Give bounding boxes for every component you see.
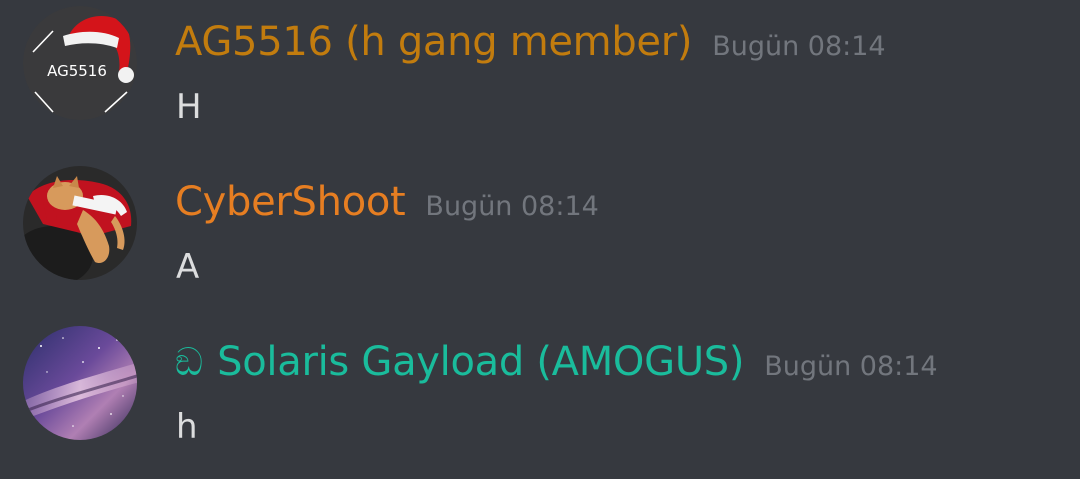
- amogus-role-icon: ඞ: [175, 340, 204, 384]
- username[interactable]: AG5516 (h gang member): [175, 14, 693, 70]
- message-header: CyberShoot Bugün 08:14: [175, 174, 599, 235]
- username[interactable]: Solaris Gayload (AMOGUS): [217, 334, 744, 390]
- santa-hat-logo-icon: AG5516: [23, 6, 137, 120]
- username[interactable]: CyberShoot: [175, 174, 406, 230]
- user-avatar[interactable]: [23, 326, 137, 440]
- message-content: A: [176, 247, 200, 287]
- user-avatar[interactable]: AG5516: [23, 6, 137, 120]
- timestamp: Bugün 08:14: [712, 31, 886, 62]
- chat-message: CyberShoot Bugün 08:14 A: [0, 160, 1080, 310]
- timestamp: Bugün 08:14: [425, 191, 599, 222]
- galaxy-milky-way-avatar: [23, 326, 137, 440]
- chat-message: ඞ Solaris Gayload (AMOGUS) Bugün 08:14 h: [0, 320, 1080, 470]
- message-header: ඞ Solaris Gayload (AMOGUS) Bugün 08:14: [175, 334, 938, 395]
- timestamp: Bugün 08:14: [764, 351, 938, 382]
- message-content: H: [176, 87, 202, 127]
- cat-in-santa-outfit-avatar: [23, 166, 137, 280]
- message-header: AG5516 (h gang member) Bugün 08:14: [175, 14, 886, 75]
- message-content: h: [176, 407, 198, 447]
- chat-message-list: AG5516 AG5516 (h gang member) Bugün 08:1…: [0, 0, 1080, 479]
- user-avatar[interactable]: [23, 166, 137, 280]
- chat-message: AG5516 AG5516 (h gang member) Bugün 08:1…: [0, 0, 1080, 150]
- svg-text:AG5516: AG5516: [47, 62, 107, 80]
